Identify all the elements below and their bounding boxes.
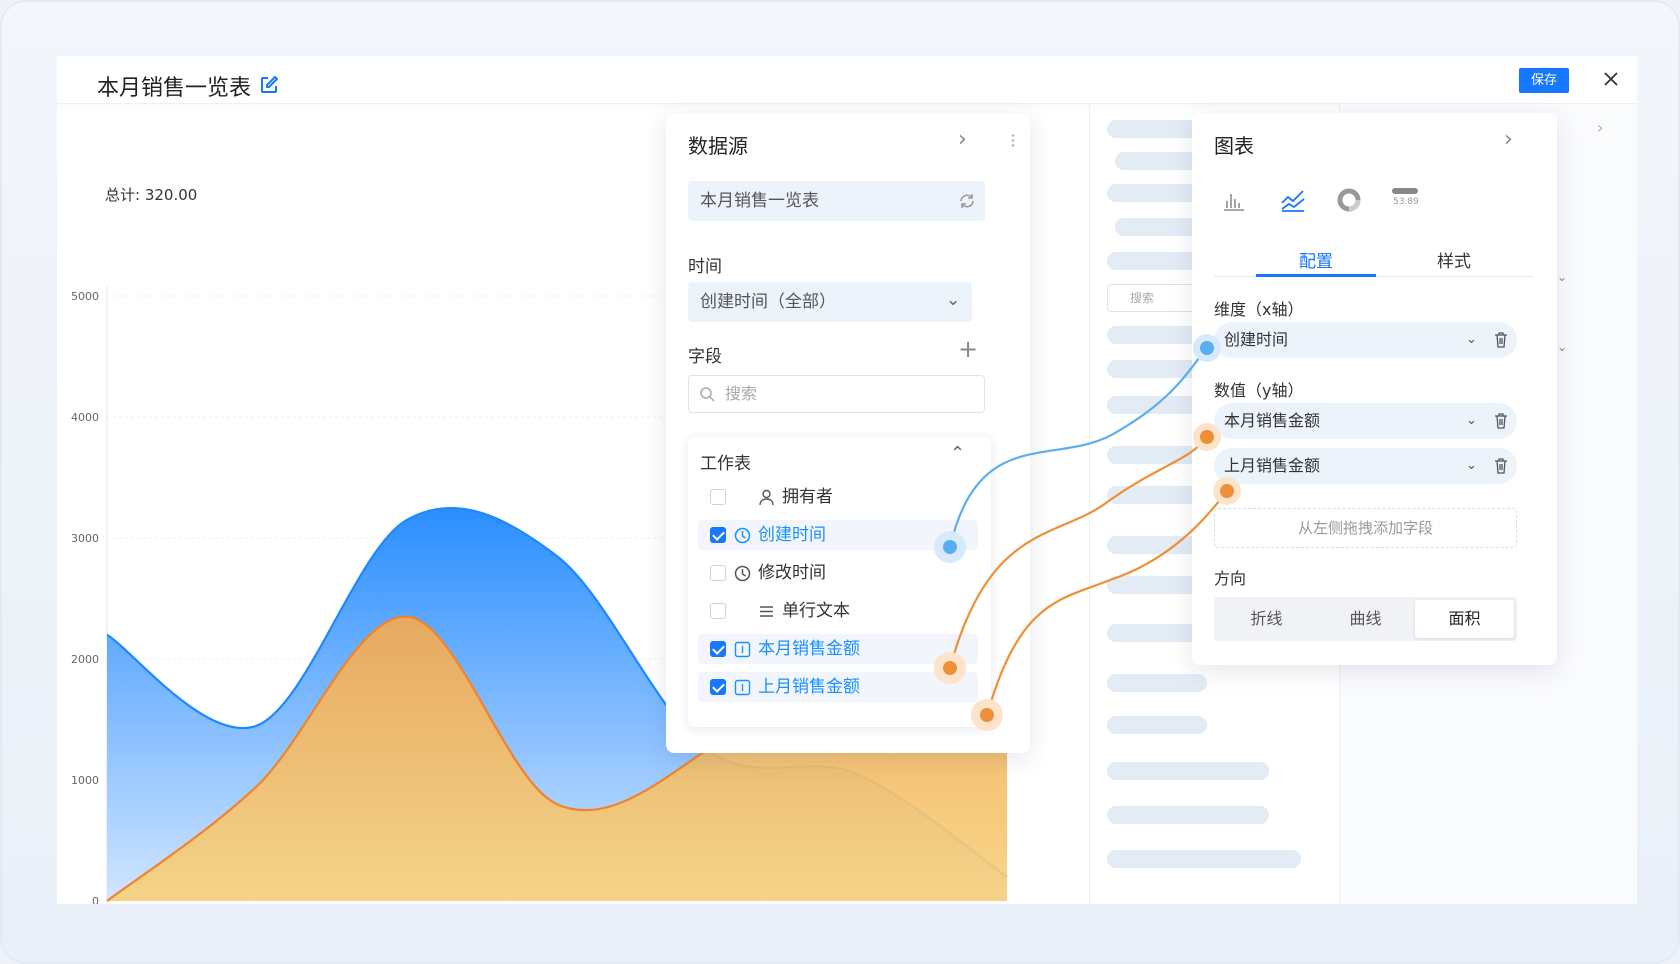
time-select[interactable]: 创建时间（全部） ⌄ <box>688 282 972 322</box>
placeholder-bar <box>1107 762 1269 780</box>
chevron-down-icon[interactable]: ⌄ <box>1557 270 1567 284</box>
lines-icon <box>760 606 773 617</box>
clock-icon <box>734 565 751 582</box>
y-tick-label: 2000 <box>71 653 99 666</box>
drag-handle-icon[interactable] <box>1011 133 1015 147</box>
direction-label: 方向 <box>1214 569 1247 588</box>
field-row-modified[interactable]: 修改时间 <box>698 558 978 588</box>
chart-panel-title: 图表 <box>1214 134 1254 158</box>
checkbox-checked[interactable] <box>710 641 726 657</box>
chevron-up-icon[interactable]: ⌃ <box>950 443 965 464</box>
number-icon <box>734 641 751 658</box>
checkbox[interactable] <box>710 603 726 619</box>
indicator-value: 53.89 <box>1393 197 1419 207</box>
active-tab-indicator <box>1256 274 1376 277</box>
checkbox[interactable] <box>710 489 726 505</box>
edit-icon[interactable] <box>260 76 278 94</box>
dimension-label: 维度（x轴） <box>1214 300 1304 319</box>
page-title: 本月销售一览表 <box>97 76 252 101</box>
placeholder-bar <box>1107 716 1207 734</box>
value-label: 数值（y轴） <box>1214 381 1304 400</box>
indicator-chart-icon[interactable] <box>1392 188 1418 194</box>
field-row-last-month[interactable]: 上月销售金额 <box>698 672 978 702</box>
trash-icon[interactable] <box>1494 413 1508 429</box>
divider <box>1089 104 1090 904</box>
person-icon <box>759 489 774 506</box>
field-row-this-month[interactable]: 本月销售金额 <box>698 634 978 664</box>
worksheet-list: 工作表 ⌃ 拥有者 创建时间 修改时间 单行文本 本月销售金额 上月销售金额 <box>688 437 991 727</box>
chevron-down-icon[interactable]: ⌄ <box>1466 448 1477 484</box>
chevron-down-icon[interactable]: ⌄ <box>1466 322 1477 358</box>
field-row-owner[interactable]: 拥有者 <box>698 482 978 512</box>
chevron-down-icon[interactable]: ⌄ <box>1466 403 1477 439</box>
panel-tabs: 配置 样式 <box>1214 247 1534 277</box>
datasource-name: 本月销售一览表 <box>700 191 819 211</box>
direction-option-area[interactable]: 面积 <box>1415 600 1514 638</box>
y-tick-label: 4000 <box>71 411 99 424</box>
dimension-field[interactable]: 创建时间 ⌄ <box>1214 322 1517 358</box>
value-field-last-month[interactable]: 上月销售金额 ⌄ <box>1214 448 1517 484</box>
chart-config-panel: 图表 › 53.89 配置 样式 维度（x轴） 创建时间 ⌄ 数值（y轴） 本月… <box>1192 113 1557 665</box>
direction-segmented-control: 折线 曲线 面积 <box>1214 597 1517 641</box>
clock-icon <box>734 527 751 544</box>
y-tick-label: 0 <box>92 895 99 904</box>
checkbox-checked[interactable] <box>710 679 726 695</box>
chevron-down-icon: ⌄ <box>946 290 961 310</box>
direction-option-line[interactable]: 折线 <box>1217 600 1316 638</box>
worksheet-title: 工作表 <box>700 454 751 474</box>
y-tick-label: 3000 <box>71 532 99 545</box>
field-search-input[interactable]: 搜索 <box>688 375 985 413</box>
placeholder-bar <box>1107 806 1269 824</box>
field-row-text[interactable]: 单行文本 <box>698 596 978 626</box>
bar-chart-icon[interactable] <box>1222 188 1246 212</box>
number-icon <box>734 679 751 696</box>
placeholder-bar <box>1107 850 1301 868</box>
datasource-title: 数据源 <box>688 134 748 158</box>
placeholder-bar <box>1107 674 1207 692</box>
checkbox[interactable] <box>710 565 726 581</box>
donut-chart-icon[interactable] <box>1337 188 1361 212</box>
trash-icon[interactable] <box>1494 332 1508 348</box>
top-bar: 本月销售一览表 保存 <box>57 56 1637 104</box>
save-button[interactable]: 保存 <box>1519 68 1569 93</box>
datasource-panel: 数据源 › 本月销售一览表 时间 创建时间（全部） ⌄ 字段 + 搜索 工作表 … <box>666 113 1030 753</box>
datasource-select[interactable]: 本月销售一览表 <box>688 181 985 221</box>
y-tick-label: 5000 <box>71 290 99 303</box>
checkbox-checked[interactable] <box>710 527 726 543</box>
chevron-right-icon[interactable]: › <box>1504 127 1513 152</box>
fields-label: 字段 <box>688 347 722 367</box>
field-row-created[interactable]: 创建时间 <box>698 520 978 550</box>
line-chart-icon[interactable] <box>1280 187 1306 213</box>
field-drop-zone[interactable]: 从左侧拖拽添加字段 <box>1214 508 1517 548</box>
chevron-right-icon[interactable]: › <box>1597 118 1603 137</box>
close-icon[interactable] <box>1602 70 1620 88</box>
refresh-icon[interactable] <box>958 193 976 209</box>
time-label: 时间 <box>688 257 722 277</box>
tab-style[interactable]: 样式 <box>1394 247 1514 272</box>
add-field-icon[interactable]: + <box>958 335 978 363</box>
trash-icon[interactable] <box>1494 458 1508 474</box>
y-tick-label: 1000 <box>71 774 99 787</box>
value-field-this-month[interactable]: 本月销售金额 ⌄ <box>1214 403 1517 439</box>
search-icon <box>700 387 715 402</box>
chevron-right-icon[interactable]: › <box>958 127 967 152</box>
direction-option-curve[interactable]: 曲线 <box>1316 600 1415 638</box>
tab-config[interactable]: 配置 <box>1256 247 1376 272</box>
chevron-down-icon[interactable]: ⌄ <box>1557 340 1567 354</box>
